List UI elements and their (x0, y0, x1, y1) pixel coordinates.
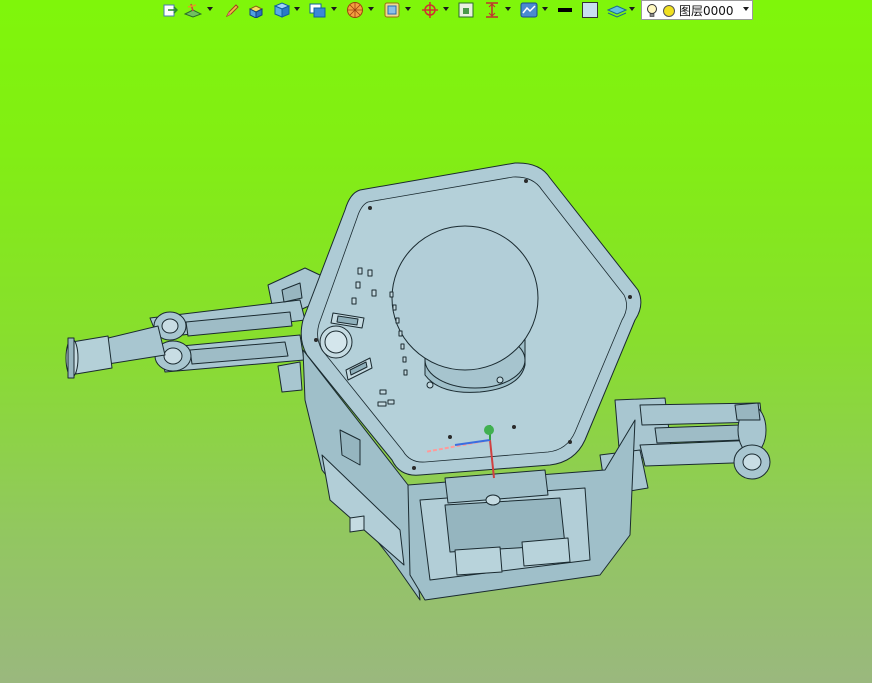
layer-select[interactable]: 图层0000 (641, 0, 753, 20)
chevron-down-icon[interactable] (542, 7, 548, 11)
pencil-icon[interactable] (225, 1, 239, 19)
dimension-icon[interactable] (484, 1, 500, 19)
current-layer-name: 图层0000 (679, 4, 734, 18)
chevron-down-icon[interactable] (405, 7, 411, 11)
section-view-icon[interactable] (383, 1, 401, 19)
chevron-down-icon[interactable] (207, 7, 213, 11)
display-settings-icon[interactable] (520, 1, 538, 19)
chevron-down-icon[interactable] (294, 7, 300, 11)
origin-crosshair-icon[interactable] (421, 1, 439, 19)
layer-icon[interactable] (607, 1, 627, 19)
view-toolbar: 图层0000 (158, 0, 758, 22)
chevron-down-icon[interactable] (331, 7, 337, 11)
extrude-icon[interactable] (248, 1, 264, 19)
render-style-icon[interactable] (346, 1, 364, 19)
robot-assembly-model[interactable] (0, 0, 872, 683)
exit-sketch-icon[interactable] (162, 1, 178, 19)
chevron-down-icon[interactable] (743, 7, 749, 11)
layer-color-icon[interactable] (662, 4, 676, 18)
sketch-plane-icon[interactable] (184, 1, 202, 19)
face-color-icon[interactable] (581, 1, 599, 19)
left-arm (65, 267, 323, 393)
3d-viewport[interactable]: 图层0000 (0, 0, 872, 683)
chevron-down-icon[interactable] (368, 7, 374, 11)
chevron-down-icon[interactable] (629, 7, 635, 11)
lightbulb-icon[interactable] (646, 3, 658, 19)
view-cube-icon[interactable] (309, 1, 327, 19)
chevron-down-icon[interactable] (443, 7, 449, 11)
fit-view-icon[interactable] (458, 1, 474, 19)
chevron-down-icon[interactable] (505, 7, 511, 11)
line-color-icon[interactable] (557, 1, 573, 19)
solid-box-icon[interactable] (273, 1, 291, 19)
